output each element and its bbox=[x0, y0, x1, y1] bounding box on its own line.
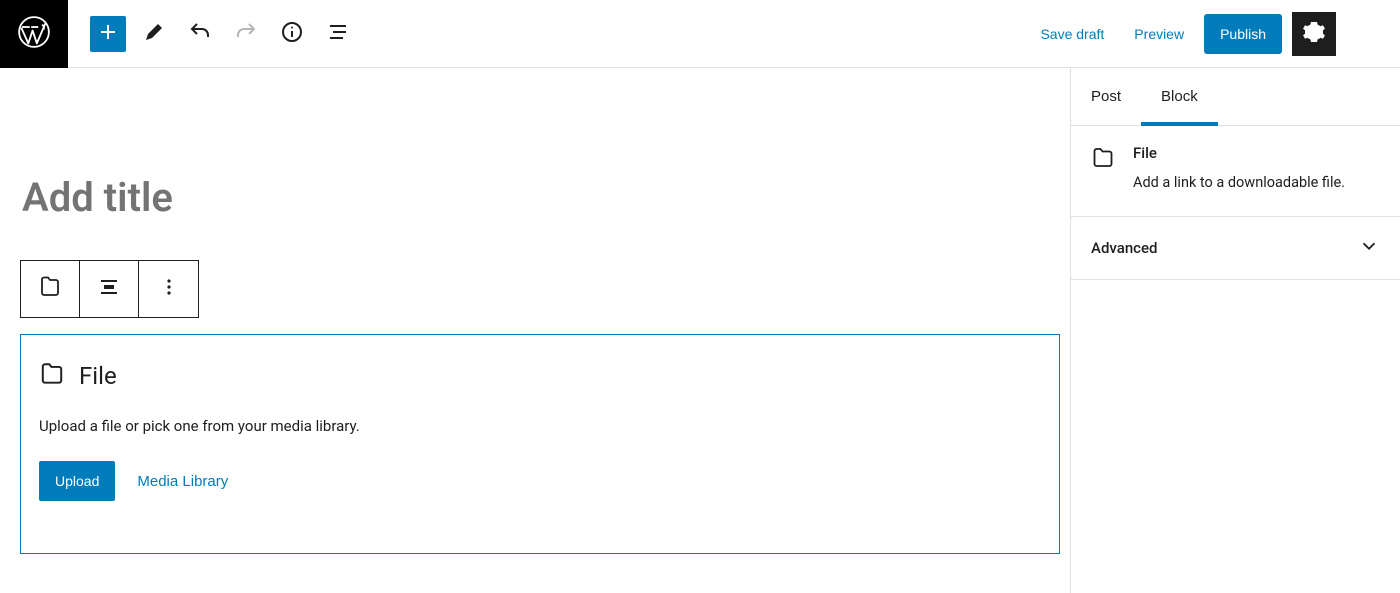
outline-button[interactable] bbox=[320, 16, 356, 52]
preview-button[interactable]: Preview bbox=[1124, 16, 1194, 52]
file-icon bbox=[38, 275, 62, 303]
undo-icon bbox=[188, 20, 212, 47]
gear-icon bbox=[1302, 20, 1326, 47]
list-view-icon bbox=[326, 20, 350, 47]
redo-icon bbox=[234, 20, 258, 47]
undo-button[interactable] bbox=[182, 16, 218, 52]
advanced-label: Advanced bbox=[1091, 239, 1157, 257]
sidebar-tabs: Post Block bbox=[1071, 68, 1400, 126]
file-block-title: File bbox=[79, 362, 117, 390]
file-icon bbox=[1091, 144, 1115, 194]
sidebar-block-description: Add a link to a downloadable file. bbox=[1133, 172, 1345, 194]
kebab-icon bbox=[157, 275, 181, 303]
upload-button[interactable]: Upload bbox=[39, 461, 115, 501]
details-button[interactable] bbox=[274, 16, 310, 52]
file-block-instructions: Upload a file or pick one from your medi… bbox=[39, 417, 1039, 435]
file-icon bbox=[39, 361, 65, 391]
align-icon bbox=[97, 275, 121, 303]
settings-sidebar: Post Block File Add a link to a download… bbox=[1070, 68, 1400, 593]
post-title-input[interactable]: Add title bbox=[22, 166, 1060, 220]
block-align-button[interactable] bbox=[80, 261, 139, 317]
sidebar-advanced-panel[interactable]: Advanced bbox=[1071, 217, 1400, 280]
add-block-button[interactable] bbox=[90, 16, 126, 52]
settings-toggle-button[interactable] bbox=[1292, 12, 1336, 56]
block-type-button[interactable] bbox=[21, 261, 80, 317]
save-draft-button[interactable]: Save draft bbox=[1030, 16, 1114, 52]
redo-button[interactable] bbox=[228, 16, 264, 52]
wordpress-logo[interactable] bbox=[0, 0, 68, 68]
close-sidebar-button[interactable] bbox=[1350, 68, 1400, 125]
file-block-placeholder[interactable]: File Upload a file or pick one from your… bbox=[20, 334, 1060, 554]
wordpress-icon bbox=[17, 15, 51, 53]
toolbar-left-group bbox=[68, 16, 356, 52]
publish-button[interactable]: Publish bbox=[1204, 14, 1282, 54]
block-toolbar bbox=[20, 260, 199, 318]
editor-canvas: Add title bbox=[0, 68, 1070, 593]
chevron-down-icon bbox=[1358, 235, 1380, 261]
sidebar-block-name: File bbox=[1133, 144, 1345, 162]
media-library-button[interactable]: Media Library bbox=[137, 473, 228, 490]
pencil-icon bbox=[142, 20, 166, 47]
more-options-button[interactable] bbox=[1346, 12, 1390, 56]
tab-block[interactable]: Block bbox=[1141, 68, 1218, 125]
top-toolbar: Save draft Preview Publish bbox=[0, 0, 1400, 68]
tab-post[interactable]: Post bbox=[1071, 68, 1141, 125]
info-icon bbox=[280, 20, 304, 47]
toolbar-right-group: Save draft Preview Publish bbox=[1030, 12, 1400, 56]
block-more-button[interactable] bbox=[139, 261, 198, 317]
sidebar-block-info: File Add a link to a downloadable file. bbox=[1071, 126, 1400, 217]
plus-icon bbox=[96, 20, 120, 47]
tools-button[interactable] bbox=[136, 16, 172, 52]
